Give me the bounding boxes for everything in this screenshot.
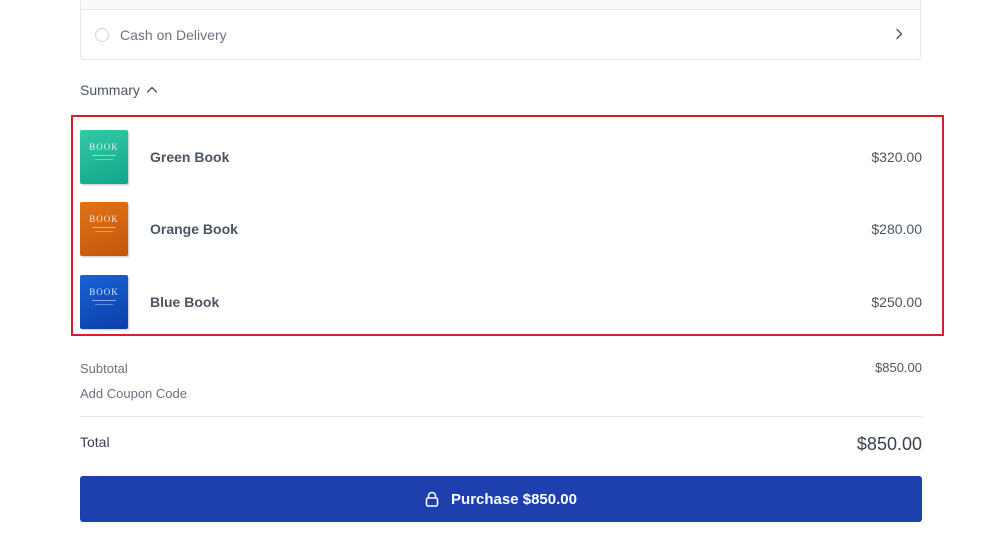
previous-payment-option-edge bbox=[81, 0, 920, 10]
payment-option-label: Cash on Delivery bbox=[120, 26, 227, 43]
summary-toggle[interactable]: Summary bbox=[80, 82, 158, 98]
summary-item: BOOK Green Book $320.00 bbox=[80, 129, 922, 185]
divider bbox=[80, 416, 922, 417]
purchase-label: Purchase $850.00 bbox=[451, 490, 577, 508]
summary-item: BOOK Orange Book $280.00 bbox=[80, 201, 922, 257]
chevron-right-icon bbox=[896, 28, 903, 40]
subtotal-value: $850.00 bbox=[875, 360, 922, 375]
item-name: Orange Book bbox=[150, 221, 238, 237]
item-name: Blue Book bbox=[150, 294, 220, 310]
lock-icon bbox=[425, 491, 439, 507]
subtotal-label: Subtotal bbox=[80, 361, 128, 376]
book-cover-image: BOOK bbox=[80, 202, 128, 256]
item-price: $280.00 bbox=[871, 221, 922, 237]
payment-options-box: Cash on Delivery bbox=[80, 0, 921, 60]
book-cover-image: BOOK bbox=[80, 275, 128, 329]
chevron-up-icon bbox=[146, 86, 158, 93]
item-name: Green Book bbox=[150, 149, 230, 165]
item-price: $320.00 bbox=[871, 149, 922, 165]
total-value: $850.00 bbox=[856, 434, 922, 454]
book-cover-title: BOOK bbox=[89, 142, 119, 152]
add-coupon-link[interactable]: Add Coupon Code bbox=[80, 386, 187, 401]
payment-option-cash-on-delivery[interactable]: Cash on Delivery bbox=[81, 10, 920, 59]
item-price: $250.00 bbox=[871, 294, 922, 310]
purchase-button[interactable]: Purchase $850.00 bbox=[80, 476, 922, 522]
summary-item: BOOK Blue Book $250.00 bbox=[80, 274, 922, 330]
book-cover-title: BOOK bbox=[89, 287, 119, 297]
total-label: Total bbox=[80, 434, 110, 450]
summary-label: Summary bbox=[80, 82, 140, 98]
payment-radio[interactable] bbox=[95, 27, 109, 42]
book-cover-image: BOOK bbox=[80, 130, 128, 184]
book-cover-title: BOOK bbox=[89, 214, 119, 224]
